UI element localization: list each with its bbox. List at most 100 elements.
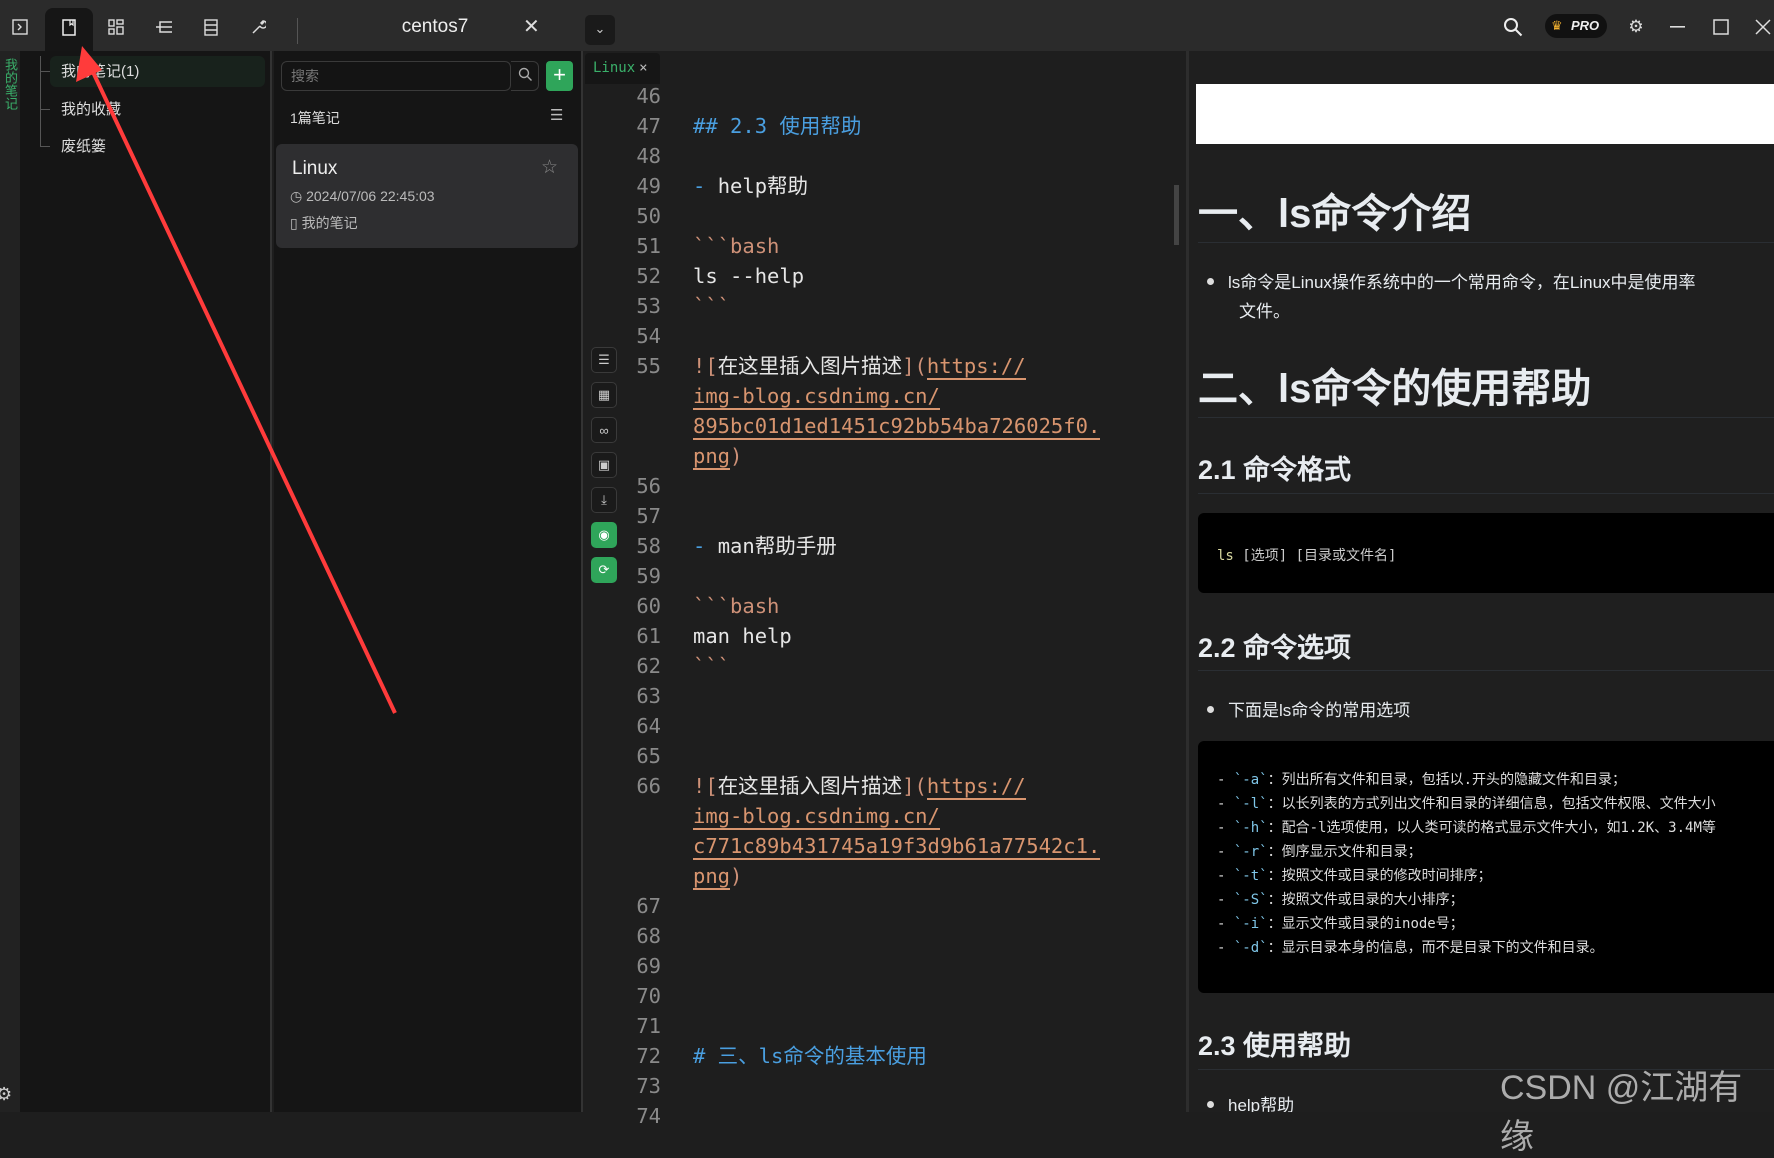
- code-block-options: - `-a`：列出所有文件和目录，包括以.开头的隐藏文件和目录； - `-l`：以…: [1198, 741, 1774, 993]
- code-token: -: [693, 534, 718, 558]
- code-token: ```bash: [693, 594, 780, 618]
- line-code: png): [693, 861, 742, 891]
- preview-eye-icon[interactable]: ◉: [591, 522, 617, 548]
- editor-line[interactable]: 59: [585, 561, 1175, 591]
- list-view-icon[interactable]: ☰: [550, 106, 563, 124]
- option-part: `: [1259, 796, 1268, 812]
- code-token: ](: [902, 354, 927, 378]
- editor-line[interactable]: c771c89b431745a19f3d9b61a77542c1.: [585, 831, 1175, 861]
- option-part: 按照文件或目录的大小排序；: [1281, 892, 1464, 908]
- vertical-section-label[interactable]: 我的笔记: [1, 58, 20, 110]
- editor-line[interactable]: 53 ```: [585, 291, 1175, 321]
- editor-line[interactable]: 64: [585, 711, 1175, 741]
- option-part: ：: [1267, 796, 1282, 812]
- editor-line[interactable]: 71: [585, 1011, 1175, 1041]
- line-number: 73: [636, 1074, 661, 1098]
- option-line: - `-d`：显示目录本身的信息，而不是目录下的文件和目录。: [1217, 936, 1774, 960]
- editor-line[interactable]: 66 ![在这里插入图片描述](https://: [585, 771, 1175, 801]
- line-code: ```bash: [693, 231, 779, 261]
- editor-line[interactable]: 74: [585, 1101, 1175, 1131]
- link-icon[interactable]: ∞: [591, 417, 617, 443]
- gear-icon[interactable]: ⚙: [1623, 14, 1649, 40]
- markdown-preview: 一、ls命令介绍 ls命令是Linux操作系统中的一个常用命令，在Linux中是…: [1186, 51, 1774, 1112]
- search-button[interactable]: [511, 61, 539, 91]
- editor-line[interactable]: png): [585, 441, 1175, 471]
- editor-line[interactable]: 60 ```bash: [585, 591, 1175, 621]
- line-number: 60: [636, 594, 661, 618]
- editor-line[interactable]: 61 man help: [585, 621, 1175, 651]
- option-part: -: [1217, 892, 1234, 908]
- editor-scrollbar[interactable]: [1174, 185, 1179, 245]
- editor-line[interactable]: 55 ![在这里插入图片描述](https://: [585, 351, 1175, 381]
- editor-line[interactable]: 54: [585, 321, 1175, 351]
- editor-line[interactable]: 48: [585, 141, 1175, 171]
- wrench-icon[interactable]: [245, 14, 271, 40]
- pro-badge[interactable]: ♛ PRO: [1545, 14, 1607, 38]
- tree-item-trash[interactable]: 废纸篓: [40, 131, 265, 162]
- editor-line[interactable]: 46: [585, 81, 1175, 111]
- code-token: ## 2.3 使用帮助: [693, 114, 862, 138]
- line-number: 52: [636, 264, 661, 288]
- note-folder: ▯ 我的笔记: [290, 213, 358, 233]
- editor-line[interactable]: 50: [585, 201, 1175, 231]
- session-tab-title[interactable]: centos7: [330, 16, 540, 38]
- minimize-icon[interactable]: [1665, 14, 1691, 40]
- code-token: https://: [926, 354, 1026, 380]
- line-number: 70: [636, 984, 661, 1008]
- editor-line[interactable]: png): [585, 861, 1175, 891]
- note-card[interactable]: Linux ☆ ◷ 2024/07/06 22:45:03 ▯ 我的笔记: [276, 144, 578, 248]
- terminal-icon[interactable]: [7, 14, 33, 40]
- editor-line[interactable]: 56: [585, 471, 1175, 501]
- editor-line[interactable]: 70: [585, 981, 1175, 1011]
- star-icon[interactable]: ☆: [541, 156, 558, 179]
- line-number: 49: [636, 174, 661, 198]
- editor-line[interactable]: 49 - help帮助: [585, 171, 1175, 201]
- option-part: 显示文件或目录的inode号；: [1281, 916, 1464, 932]
- editor-line[interactable]: 67: [585, 891, 1175, 921]
- tree-item-my-notes[interactable]: 我的笔记(1): [40, 56, 265, 87]
- editor-line[interactable]: img-blog.csdnimg.cn/: [585, 801, 1175, 831]
- tree-structure-icon[interactable]: [151, 14, 177, 40]
- tree-item-label: 我的收藏: [61, 101, 122, 118]
- search-icon[interactable]: [1500, 14, 1526, 40]
- search-input[interactable]: 搜索: [281, 61, 511, 91]
- editor-line[interactable]: 51 ```bash: [585, 231, 1175, 261]
- editor-line[interactable]: 73: [585, 1071, 1175, 1101]
- editor-line[interactable]: 52 ls --help: [585, 261, 1175, 291]
- table-icon[interactable]: ▦: [591, 382, 617, 408]
- note-date: ◷ 2024/07/06 22:45:03: [290, 188, 435, 205]
- option-part: `: [1259, 820, 1268, 836]
- option-part: ：: [1267, 820, 1282, 836]
- editor-line[interactable]: 72 # 三、ls命令的基本使用: [585, 1041, 1175, 1071]
- editor-line[interactable]: 69: [585, 951, 1175, 981]
- editor-line[interactable]: 57: [585, 501, 1175, 531]
- maximize-icon[interactable]: [1708, 14, 1734, 40]
- editor-line[interactable]: 63: [585, 681, 1175, 711]
- server-icon[interactable]: [198, 14, 224, 40]
- close-tab-icon[interactable]: ✕: [523, 14, 540, 39]
- editor-line[interactable]: 68: [585, 921, 1175, 951]
- tree-item-favorites[interactable]: 我的收藏: [40, 94, 265, 125]
- download-icon[interactable]: ⤓: [591, 487, 617, 513]
- line-code: ```: [693, 651, 730, 681]
- editor-tab-linux[interactable]: Linux ×: [585, 53, 660, 84]
- editor-line[interactable]: 62 ```: [585, 651, 1175, 681]
- notebook-icon[interactable]: [56, 14, 82, 40]
- close-window-icon[interactable]: [1750, 14, 1774, 40]
- editor-line[interactable]: 895bc01d1ed1451c92bb54ba726025f0.: [585, 411, 1175, 441]
- add-note-button[interactable]: +: [546, 61, 573, 91]
- tabs-dropdown-button[interactable]: ⌄: [585, 15, 615, 45]
- settings-gear-icon[interactable]: ⚙: [0, 1084, 12, 1105]
- sync-icon[interactable]: ⟳: [591, 557, 617, 583]
- editor-line[interactable]: 58- man帮助手册: [585, 531, 1175, 561]
- option-part: -t: [1242, 868, 1260, 884]
- line-number: 53: [636, 294, 661, 318]
- editor-line[interactable]: 65: [585, 741, 1175, 771]
- crown-icon: ♛: [1551, 18, 1563, 33]
- dashboard-icon[interactable]: [103, 14, 129, 40]
- outline-list-icon[interactable]: ☰: [591, 347, 617, 373]
- save-icon[interactable]: ▣: [591, 452, 617, 478]
- editor-tab-close-icon[interactable]: ×: [639, 60, 647, 76]
- editor-line[interactable]: 47 ## 2.3 使用帮助: [585, 111, 1175, 141]
- editor-line[interactable]: img-blog.csdnimg.cn/: [585, 381, 1175, 411]
